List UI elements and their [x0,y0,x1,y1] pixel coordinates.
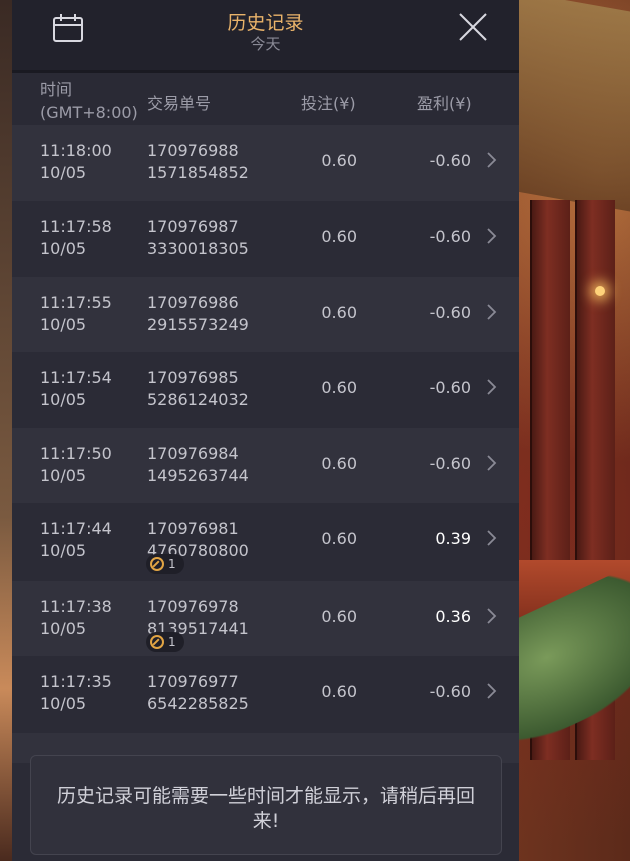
row-order: 170976988 1571854852 [147,140,249,184]
column-header-time-label: 时间 [40,80,73,99]
row-date-value: 10/05 [40,315,87,334]
row-bet: 0.60 [321,378,357,397]
column-header-profit: 盈利(¥) [417,94,472,113]
chevron-right-icon[interactable] [485,378,497,396]
chevron-right-icon[interactable] [485,151,497,169]
row-time: 11:17:58 10/05 [40,216,112,260]
row-order: 170976986 2915573249 [147,292,249,336]
chevron-right-icon[interactable] [485,303,497,321]
bonus-badge: 1 [146,632,184,652]
row-time: 11:18:00 10/05 [40,140,112,184]
row-order-number: 5286124032 [147,390,249,409]
row-time-value: 11:18:00 [40,141,112,160]
row-bet: 0.60 [321,303,357,322]
row-date-value: 10/05 [40,239,87,258]
row-profit: -0.60 [429,227,471,246]
row-date-value: 10/05 [40,390,87,409]
row-order-id: 170976985 [147,368,239,387]
row-order-id: 170976978 [147,597,239,616]
row-profit: 0.36 [435,607,471,626]
row-order-id: 170976981 [147,519,239,538]
row-time: 11:17:50 10/05 [40,443,112,487]
row-order-number: 3330018305 [147,239,249,258]
row-order: 170976984 1495263744 [147,443,249,487]
table-row[interactable]: 11:17:50 10/05 170976984 1495263744 0.60 -0.6… [12,428,519,503]
row-order: 170976977 6542285825 [147,671,249,715]
row-bet: 0.60 [321,227,357,246]
row-bet: 0.60 [321,529,357,548]
background-light [595,286,605,296]
row-order-id: 170976988 [147,141,239,160]
row-date-value: 10/05 [40,694,87,713]
table-row[interactable]: 11:17:38 10/05 170976978 8139517441 0.60 0.36… [12,581,519,656]
chevron-right-icon[interactable] [485,227,497,245]
row-time-value: 11:17:55 [40,293,112,312]
chevron-right-icon[interactable] [485,607,497,625]
row-order-id: 170976977 [147,672,239,691]
row-time-value: 11:17:38 [40,597,112,616]
row-profit: -0.60 [429,151,471,170]
bonus-count: 1 [168,635,176,649]
row-time: 11:17:54 10/05 [40,367,112,411]
close-icon[interactable] [458,12,488,42]
row-profit: -0.60 [429,303,471,322]
table-header: 时间 (GMT+8:00) 交易单号 投注(¥) 盈利(¥) [12,73,519,125]
table-row[interactable]: 11:18:00 10/05 170976988 1571854852 0.60 -0.6… [12,125,519,201]
row-order-id: 170976984 [147,444,239,463]
row-time: 11:17:55 10/05 [40,292,112,336]
row-order-id: 170976986 [147,293,239,312]
bonus-badge: 1 [146,554,184,574]
info-toast: 历史记录可能需要一些时间才能显示，请稍后再回来! [30,755,502,855]
bonus-count: 1 [168,557,176,571]
history-list: 11:18:00 10/05 170976988 1571854852 0.60 -0.6… [12,125,519,734]
background-edge [0,0,12,861]
column-header-bet: 投注(¥) [301,94,356,113]
row-time: 11:17:44 10/05 [40,518,112,562]
row-date-value: 10/05 [40,466,87,485]
table-row[interactable]: 11:17:44 10/05 170976981 4760780800 0.60 0.39… [12,503,519,581]
chevron-right-icon[interactable] [485,529,497,547]
row-order: 170976987 3330018305 [147,216,249,260]
row-order-number: 6542285825 [147,694,249,713]
row-profit: -0.60 [429,682,471,701]
date-filter-label[interactable]: 今天 [12,33,519,54]
panel-header: 历史记录 今天 [12,0,519,73]
page-title: 历史记录 [227,12,304,34]
chevron-right-icon[interactable] [485,682,497,700]
row-date-value: 10/05 [40,163,87,182]
column-header-time: 时间 (GMT+8:00) [40,78,138,124]
row-profit: -0.60 [429,454,471,473]
row-order-number: 1571854852 [147,163,249,182]
row-order-id: 170976987 [147,217,239,236]
row-time-value: 11:17:35 [40,672,112,691]
row-bet: 0.60 [321,607,357,626]
row-time: 11:17:38 10/05 [40,596,112,640]
table-row[interactable]: 11:17:54 10/05 170976985 5286124032 0.60 -0.6… [12,352,519,428]
row-profit: 0.39 [435,529,471,548]
row-bet: 0.60 [321,682,357,701]
row-order-number: 1495263744 [147,466,249,485]
row-bet: 0.60 [321,151,357,170]
row-profit: -0.60 [429,378,471,397]
table-row[interactable]: 11:17:35 10/05 170976977 6542285825 0.60 -0.6… [12,656,519,734]
background-roof [500,0,630,212]
row-date-value: 10/05 [40,541,87,560]
history-panel: 历史记录 今天 时间 (GMT+8:00) 交易单号 投注(¥) 盈利(¥) 1… [12,0,519,861]
table-row[interactable]: 11:17:55 10/05 170976986 2915573249 0.60 -0.6… [12,277,519,352]
chevron-right-icon[interactable] [485,454,497,472]
coin-icon [150,557,164,571]
coin-icon [150,635,164,649]
column-header-order: 交易单号 [147,94,212,113]
row-order: 170976985 5286124032 [147,367,249,411]
row-order-number: 2915573249 [147,315,249,334]
table-row[interactable]: 11:17:58 10/05 170976987 3330018305 0.60 -0.6… [12,201,519,277]
row-bet: 0.60 [321,454,357,473]
column-header-timezone: (GMT+8:00) [40,103,138,122]
row-time-value: 11:17:44 [40,519,112,538]
row-time-value: 11:17:58 [40,217,112,236]
row-time-value: 11:17:54 [40,368,112,387]
row-date-value: 10/05 [40,619,87,638]
row-time: 11:17:35 10/05 [40,671,112,715]
row-time-value: 11:17:50 [40,444,112,463]
